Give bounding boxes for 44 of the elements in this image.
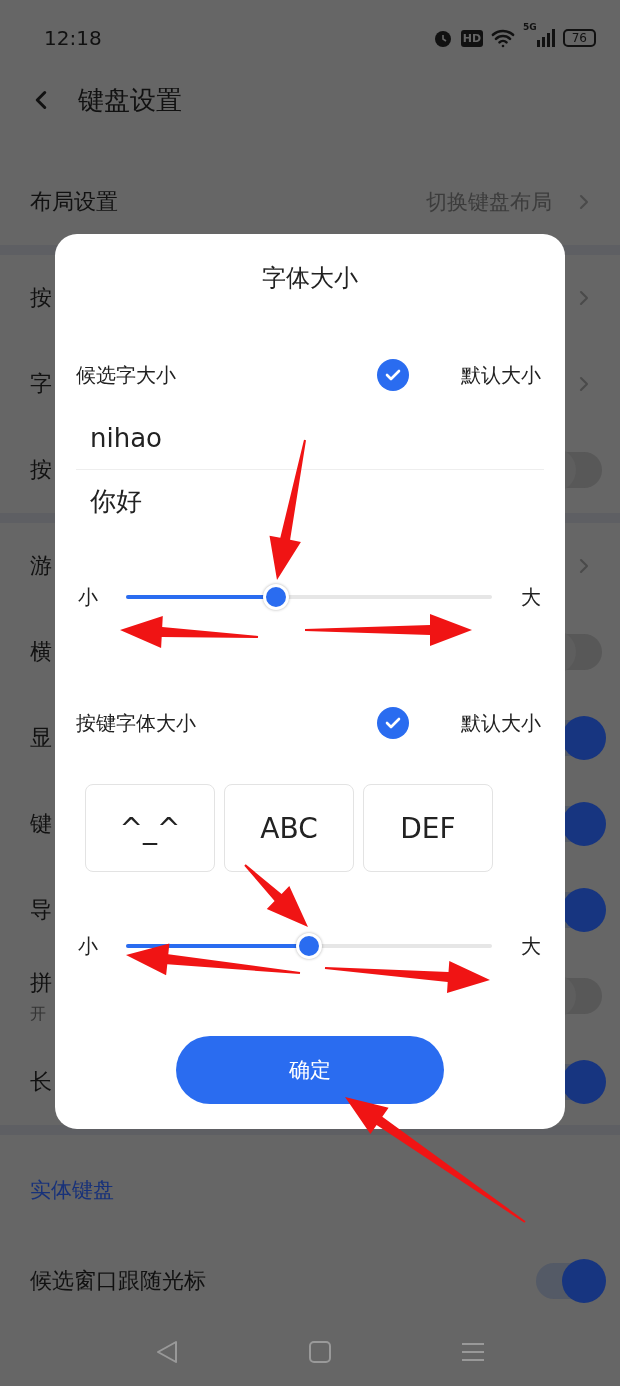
- setting-label: 字: [30, 370, 52, 398]
- check-icon: [385, 717, 401, 729]
- setting-label: 横: [30, 638, 52, 666]
- hd-badge: HD: [460, 29, 484, 47]
- key-preview: ^_^: [85, 784, 215, 872]
- setting-label: 键: [30, 810, 52, 838]
- setting-label: 拼: [30, 968, 52, 997]
- section-label: 候选字大小: [76, 361, 177, 389]
- checkbox[interactable]: [377, 707, 409, 739]
- slider-thumb[interactable]: [263, 584, 290, 610]
- network-label: 5G: [523, 22, 537, 32]
- slider-track[interactable]: [126, 933, 492, 959]
- key-preview: DEF: [363, 784, 493, 872]
- large-label: 大: [520, 932, 542, 960]
- section-heading: 实体键盘: [30, 1177, 114, 1204]
- setting-label: 导: [30, 896, 52, 924]
- status-time: 12:18: [44, 26, 102, 50]
- setting-label: 游: [30, 552, 52, 580]
- setting-label: 长: [30, 1068, 52, 1096]
- setting-label: 候选窗口跟随光标: [30, 1267, 206, 1295]
- slider-thumb[interactable]: [296, 933, 322, 959]
- alarm-icon: [432, 28, 453, 48]
- section-label: 按键字体大小: [76, 709, 197, 737]
- checkbox[interactable]: [377, 359, 409, 391]
- signal-icon: [536, 29, 555, 47]
- slider-track[interactable]: [126, 584, 492, 610]
- pointer-arrow: [244, 864, 308, 927]
- confirm-button[interactable]: 确定: [176, 1036, 444, 1104]
- setting-label: 布局设置: [30, 188, 118, 216]
- check-icon: [385, 369, 401, 381]
- setting-label: 显: [30, 724, 52, 752]
- large-label: 大: [520, 583, 542, 611]
- option-label: 默认大小: [461, 361, 541, 389]
- battery-indicator: 76: [562, 29, 596, 47]
- key-preview: ABC: [224, 784, 354, 872]
- small-label: 小: [77, 932, 99, 960]
- preview-text: 你好: [90, 484, 142, 518]
- dialog-title: 字体大小: [262, 263, 358, 294]
- preview-text: nihao: [90, 423, 163, 453]
- option-label: 默认大小: [461, 709, 541, 737]
- setting-label: 按: [30, 284, 52, 312]
- page-title: 键盘设置: [78, 83, 182, 117]
- setting-label: 按: [30, 456, 52, 484]
- small-label: 小: [77, 583, 99, 611]
